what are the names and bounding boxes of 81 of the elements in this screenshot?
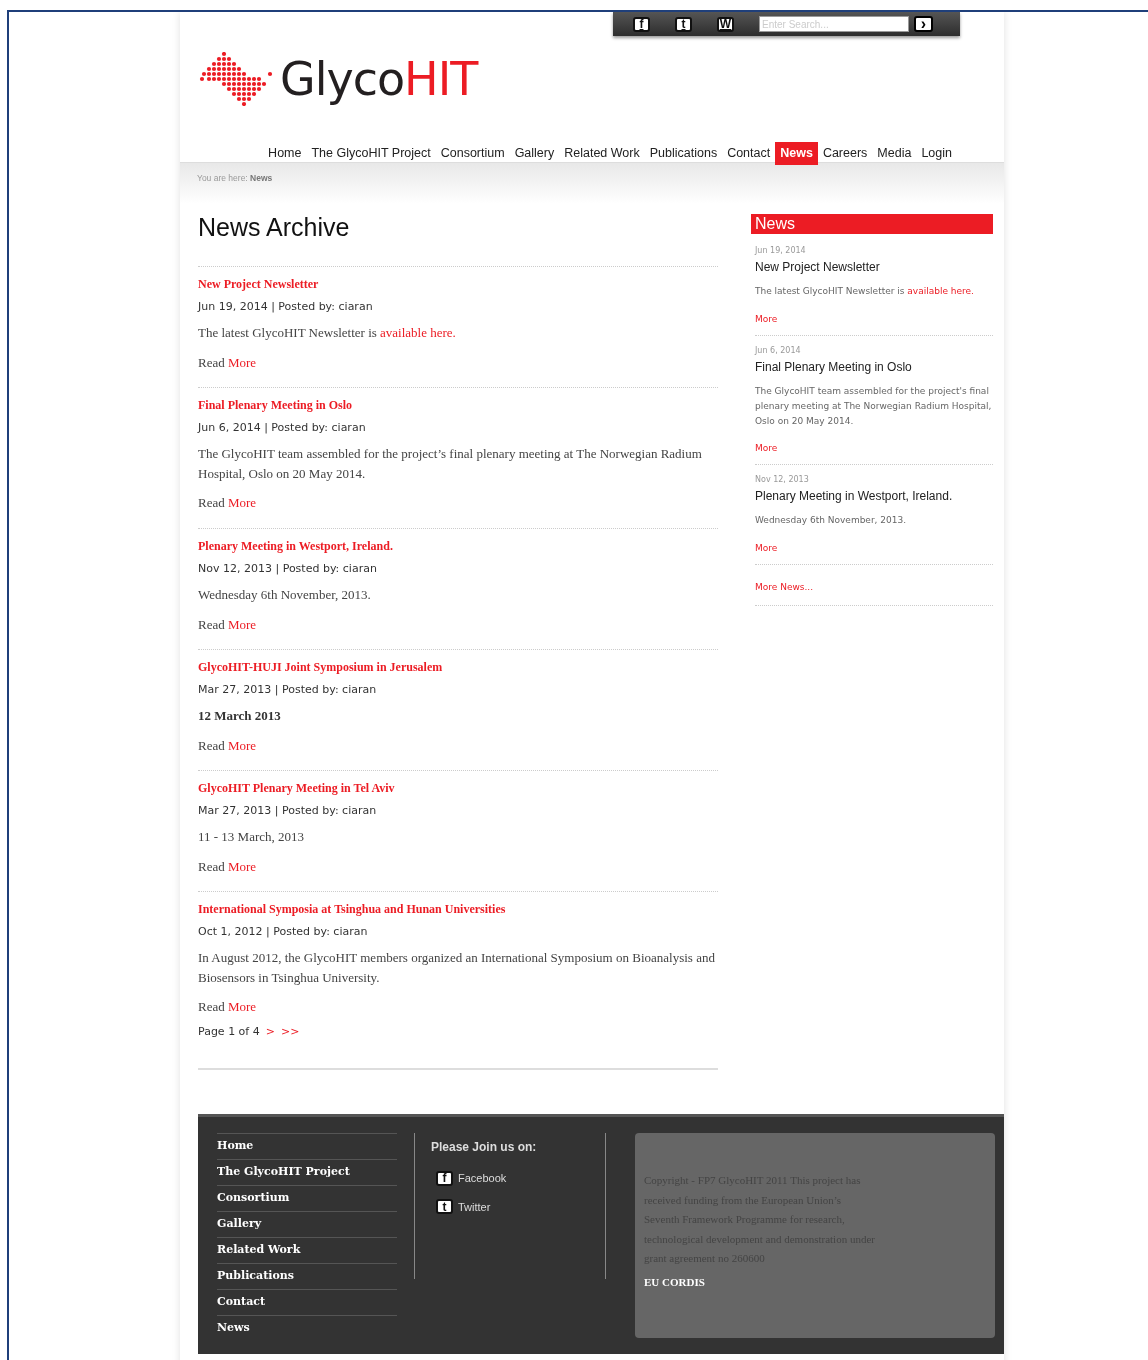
article-title[interactable]: Plenary Meeting in Westport, Ireland. — [198, 539, 718, 554]
social-link[interactable]: Twitter — [458, 1198, 491, 1215]
nav-link[interactable]: Related Work — [559, 142, 645, 165]
page-count: Page 1 of 4 — [198, 1025, 260, 1038]
breadcrumb: You are here: News — [197, 173, 273, 183]
sidebar-heading: News — [751, 214, 993, 234]
read-more-line: Read More — [198, 616, 258, 633]
footer-link[interactable]: News — [217, 1315, 397, 1341]
more-link[interactable]: More — [227, 999, 257, 1014]
link[interactable]: available here. — [907, 286, 974, 296]
article-text: 12 March 2013 — [198, 707, 282, 725]
nav-link[interactable]: Login — [916, 142, 957, 165]
article-meta: Oct 1, 2012 | Posted by: ciaran — [198, 925, 369, 938]
nav-link[interactable]: The GlycoHIT Project — [306, 142, 436, 165]
nav-link[interactable]: Media — [872, 142, 917, 165]
read-more-line: Read More — [198, 354, 258, 371]
next-page-link[interactable]: > — [265, 1025, 275, 1038]
footer-link[interactable]: Consortium — [217, 1185, 397, 1211]
wikipedia-icon[interactable]: W — [717, 16, 734, 32]
twitter-icon[interactable]: t — [436, 1199, 453, 1215]
footer-link[interactable]: Gallery — [217, 1211, 397, 1237]
footer-link[interactable]: Related Work — [217, 1237, 397, 1263]
footer-link[interactable]: Publications — [217, 1263, 397, 1289]
article-title[interactable]: GlycoHIT-HUJI Joint Symposium in Jerusalem — [198, 660, 718, 675]
article-title[interactable]: GlycoHIT Plenary Meeting in Tel Aviv — [198, 781, 718, 796]
article-meta: Mar 27, 2013 | Posted by: ciaran — [198, 804, 378, 817]
page-title: News Archive — [198, 212, 351, 242]
news-title: New Project Newsletter — [755, 259, 881, 276]
article-meta: Nov 12, 2013 | Posted by: ciaran — [198, 562, 378, 575]
social-link[interactable]: Facebook — [458, 1170, 507, 1187]
nav-link[interactable]: Gallery — [509, 142, 560, 165]
article-text: 11 - 13 March, 2013 — [198, 828, 306, 846]
read-more-line: Read More — [198, 737, 258, 754]
footer-link[interactable]: The GlycoHIT Project — [217, 1159, 397, 1185]
article-meta: Jun 19, 2014 | Posted by: ciaran — [198, 300, 374, 313]
news-summary: Wednesday 6th November, 2013. — [755, 514, 908, 528]
logo-icon — [198, 52, 274, 106]
nav-link[interactable]: Careers — [817, 142, 873, 165]
more-link[interactable]: More — [227, 616, 257, 632]
news-title: Plenary Meeting in Westport, Ireland. — [755, 488, 954, 506]
news-date: Jun 6, 2014 — [755, 345, 802, 355]
more-link[interactable]: More — [755, 443, 778, 454]
join-heading: Please Join us on: — [431, 1139, 538, 1156]
news-summary: The latest GlycoHIT Newsletter is available here. — [755, 285, 975, 298]
article-title[interactable]: International Symposia at Tsinghua and Hunan Universities — [198, 902, 718, 917]
article-title[interactable]: New Project Newsletter — [198, 277, 718, 292]
nav-link[interactable]: Publications — [644, 142, 723, 165]
news-title: Final Plenary Meeting in Oslo — [755, 358, 913, 376]
nav-link[interactable]: News — [775, 142, 818, 165]
facebook-icon[interactable]: f — [633, 16, 650, 32]
read-more-line: Read More — [198, 999, 258, 1015]
news-summary: The GlycoHIT team assembled for the project's final plenary meeting at The Norwegian Radium Hospital, Oslo on 20 May 2014. — [755, 384, 993, 428]
search-button[interactable]: › — [914, 16, 933, 32]
footer-link[interactable]: Contact — [217, 1289, 397, 1315]
read-more-line: Read More — [198, 495, 258, 511]
article-text: Wednesday 6th November, 2013. — [198, 586, 372, 604]
news-date: Nov 12, 2013 — [755, 475, 810, 485]
article-meta: Jun 6, 2014 | Posted by: ciaran — [198, 421, 367, 434]
more-link[interactable]: More — [227, 354, 257, 370]
twitter-icon[interactable]: t — [675, 16, 692, 32]
article-text: The GlycoHIT team assembled for the project’s final plenary meeting at The Norwegian Radium Hospital, Oslo on 20 May 2014. — [198, 445, 703, 483]
last-page-link[interactable]: >> — [280, 1025, 300, 1038]
nav-link[interactable]: Contact — [722, 142, 776, 165]
more-news-link[interactable]: More News... — [755, 582, 814, 593]
nav-link[interactable]: Home — [263, 142, 307, 165]
footer-link[interactable]: Home — [217, 1133, 397, 1159]
more-link[interactable]: More — [755, 543, 778, 554]
more-link[interactable]: More — [227, 495, 257, 510]
article-text: The latest GlycoHIT Newsletter is available here. — [198, 324, 457, 342]
cordis-link[interactable]: EU CORDIS — [644, 1275, 705, 1288]
news-date: Jun 19, 2014 — [755, 246, 807, 255]
article-meta: Mar 27, 2013 | Posted by: ciaran — [198, 683, 378, 696]
article-title[interactable]: Final Plenary Meeting in Oslo — [198, 398, 718, 413]
read-more-line: Read More — [198, 858, 258, 875]
link[interactable]: available here. — [380, 325, 456, 340]
more-link[interactable]: More — [227, 858, 257, 874]
facebook-icon[interactable]: f — [436, 1170, 453, 1186]
more-link[interactable]: More — [755, 313, 778, 324]
nav-link[interactable]: Consortium — [435, 142, 510, 165]
article-text: In August 2012, the GlycoHIT members organized an International Symposium on Bioanalysis and Biosensors in Tsinghua University. — [198, 949, 716, 987]
more-link[interactable]: More — [227, 737, 257, 753]
